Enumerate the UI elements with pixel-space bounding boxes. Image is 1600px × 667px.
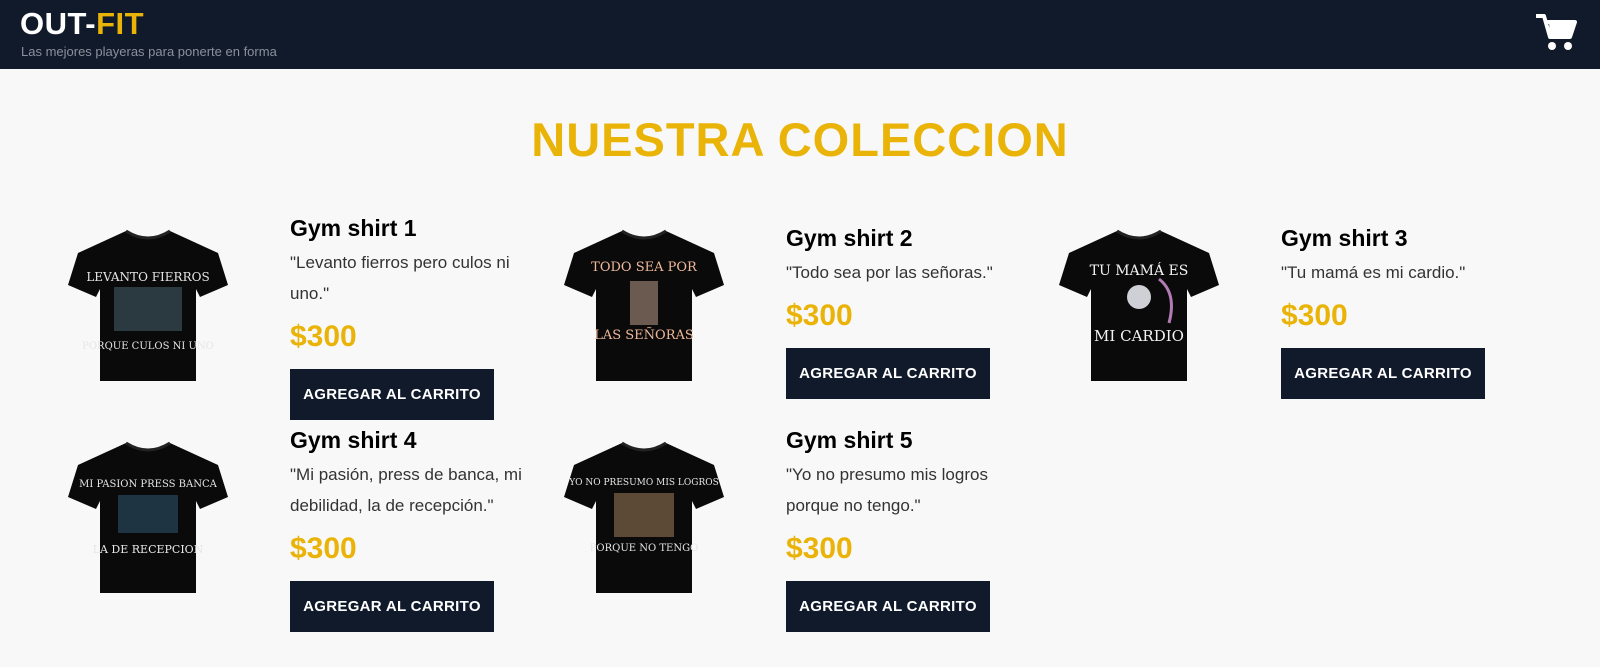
- product-price: $300: [786, 532, 853, 565]
- logo-text-fit: FIT: [96, 6, 145, 41]
- shirt-print-bottom-3: MI CARDIO: [1094, 327, 1184, 345]
- product-description: "Todo sea por las señoras.": [786, 263, 993, 282]
- product-info-4: Gym shirt 4 "Mi pasión, press de banca, …: [290, 425, 540, 632]
- add-to-cart-button[interactable]: AGREGAR AL CARRITO: [786, 581, 990, 632]
- product-description: "Yo no presumo mis logros porque no teng…: [786, 465, 988, 515]
- shirt-print-top-4: MI PASION PRESS BANCA: [79, 479, 218, 490]
- product-price: $300: [290, 320, 357, 353]
- product-description: "Levanto fierros pero culos ni uno.": [290, 253, 510, 303]
- product-info-5: Gym shirt 5 "Yo no presumo mis logros po…: [786, 425, 1036, 632]
- product-name: Gym shirt 4: [290, 427, 417, 453]
- product-price: $300: [1281, 299, 1348, 332]
- product-name: Gym shirt 3: [1281, 225, 1408, 251]
- site-tagline: Las mejores playeras para ponerte en for…: [21, 44, 277, 59]
- site-header: OUT-FIT Las mejores playeras para ponert…: [0, 0, 1600, 69]
- product-name: Gym shirt 5: [786, 427, 913, 453]
- shirt-print-top-5: YO NO PRESUMO MIS LOGROS: [568, 478, 719, 488]
- page-title: NUESTRA COLECCION: [531, 113, 1069, 166]
- product-info-3: Gym shirt 3 "Tu mamá es mi cardio." $300…: [1281, 223, 1531, 399]
- shirt-print-bottom-1: PORQUE CULOS NI UNO: [82, 341, 214, 352]
- shirt-print-bottom-5: PORQUE NO TENGO: [590, 543, 699, 554]
- product-card-3: TU MAMÁ ES MI CARDIO Gym shirt 3 "Tu mam…: [1059, 223, 1529, 423]
- add-to-cart-button[interactable]: AGREGAR AL CARRITO: [290, 369, 494, 420]
- shopping-cart-icon[interactable]: [1535, 12, 1578, 52]
- product-name: Gym shirt 2: [786, 225, 913, 251]
- product-card-5: YO NO PRESUMO MIS LOGROS PORQUE NO TENGO…: [564, 425, 1034, 632]
- shirt-print-top-2: TODO SEA POR: [591, 260, 698, 275]
- product-image-4[interactable]: MI PASION PRESS BANCA LA DE RECEPCION: [68, 435, 228, 595]
- add-to-cart-button[interactable]: AGREGAR AL CARRITO: [290, 581, 494, 632]
- product-info-2: Gym shirt 2 "Todo sea por las señoras." …: [786, 223, 1036, 399]
- product-info-1: Gym shirt 1 "Levanto fierros pero culos …: [290, 213, 540, 420]
- add-to-cart-button[interactable]: AGREGAR AL CARRITO: [786, 348, 990, 399]
- product-card-1: LEVANTO FIERROS PORQUE CULOS NI UNO Gym …: [68, 213, 538, 420]
- product-image-2[interactable]: TODO SEA POR LAS SEÑORAS: [564, 223, 724, 383]
- site-logo[interactable]: OUT-FIT: [20, 6, 144, 42]
- product-image-3[interactable]: TU MAMÁ ES MI CARDIO: [1059, 223, 1219, 383]
- product-price: $300: [786, 299, 853, 332]
- product-description: "Tu mamá es mi cardio.": [1281, 263, 1466, 282]
- product-card-2: TODO SEA POR LAS SEÑORAS Gym shirt 2 "To…: [564, 223, 1034, 423]
- product-card-4: MI PASION PRESS BANCA LA DE RECEPCION Gy…: [68, 425, 538, 632]
- shirt-print-top-3: TU MAMÁ ES: [1090, 261, 1189, 279]
- product-name: Gym shirt 1: [290, 215, 417, 241]
- product-image-1[interactable]: LEVANTO FIERROS PORQUE CULOS NI UNO: [68, 223, 228, 383]
- product-price: $300: [290, 532, 357, 565]
- product-description: "Mi pasión, press de banca, mi debilidad…: [290, 465, 522, 515]
- add-to-cart-button[interactable]: AGREGAR AL CARRITO: [1281, 348, 1485, 399]
- shirt-print-bottom-4: LA DE RECEPCION: [93, 543, 204, 556]
- product-image-5[interactable]: YO NO PRESUMO MIS LOGROS PORQUE NO TENGO: [564, 435, 724, 595]
- shirt-print-bottom-2: LAS SEÑORAS: [594, 327, 694, 343]
- logo-text-out: OUT-: [20, 6, 97, 41]
- shirt-print-top-1: LEVANTO FIERROS: [86, 270, 209, 284]
